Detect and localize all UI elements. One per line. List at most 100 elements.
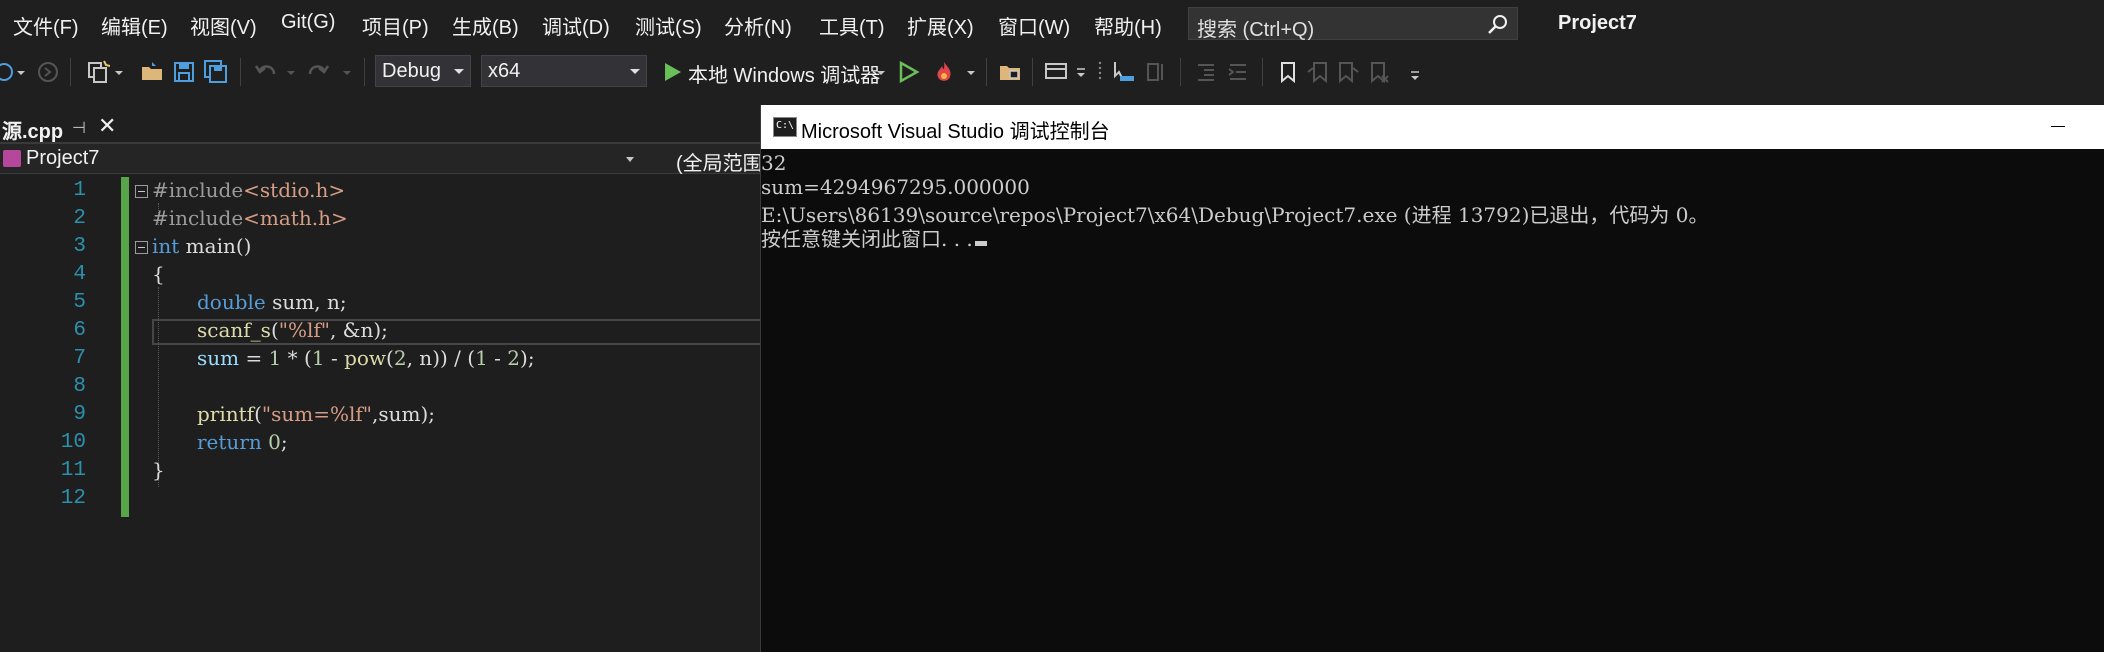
- step-cursor-icon[interactable]: [1112, 60, 1136, 84]
- line-number: 5: [73, 291, 86, 314]
- code-token: main(): [179, 234, 252, 258]
- platform-value: x64: [488, 60, 521, 82]
- line-number: 6: [73, 319, 86, 342]
- project-icon: [3, 150, 21, 167]
- toolbar-separator: [1262, 58, 1263, 86]
- indent-icon[interactable]: [1226, 60, 1250, 84]
- line-number: 1: [73, 179, 86, 202]
- toolbar-separator: [1180, 58, 1181, 86]
- line-number: 11: [60, 459, 86, 482]
- number-token: 0: [268, 430, 281, 454]
- menu-build[interactable]: 生成(B): [452, 11, 519, 40]
- code-token: , n)) / (: [406, 346, 476, 370]
- open-file-icon[interactable]: [140, 60, 164, 84]
- bookmark-icon[interactable]: [1276, 60, 1300, 84]
- code-line: {: [152, 262, 165, 286]
- minimize-icon[interactable]: [2051, 126, 2065, 127]
- code-editor[interactable]: 1 2 3 4 5 6 7 8 9 10 11 12 #include<stdi…: [0, 175, 760, 652]
- undo-dropdown-icon[interactable]: [284, 60, 298, 84]
- line-number: 4: [73, 263, 86, 286]
- collapse-icon[interactable]: [135, 241, 148, 254]
- next-bookmark-icon[interactable]: [1336, 60, 1360, 84]
- layout-icon[interactable]: [1044, 60, 1068, 84]
- navigation-bar: Project7 (全局范围): [0, 144, 769, 175]
- solution-title: Project7: [1558, 12, 1637, 34]
- text-cursor: [974, 241, 987, 246]
- keyword-token: double: [197, 290, 266, 314]
- number-token: 1: [311, 346, 325, 370]
- keyword-token: int: [152, 234, 180, 258]
- previous-bookmark-icon[interactable]: [1306, 60, 1330, 84]
- redo-dropdown-icon[interactable]: [340, 60, 354, 84]
- variable-token: sum: [197, 346, 240, 370]
- toolbar-overflow-icon[interactable]: [1408, 60, 1422, 84]
- format-icon[interactable]: [1144, 60, 1168, 84]
- close-icon[interactable]: ✕: [98, 113, 116, 139]
- navigate-forward-icon[interactable]: [36, 60, 60, 84]
- toolbar-grip-icon[interactable]: [1094, 60, 1106, 84]
- number-token: 2: [393, 346, 407, 370]
- line-number: 2: [73, 207, 86, 230]
- toolbar-separator: [986, 58, 987, 86]
- code-token: (: [386, 346, 394, 370]
- preprocessor-token: #include: [152, 206, 244, 230]
- debug-console-window[interactable]: C:\ Microsoft Visual Studio 调试控制台 32 sum…: [760, 105, 2104, 652]
- menu-extensions[interactable]: 扩展(X): [907, 11, 974, 40]
- code-line: int main(): [152, 234, 251, 258]
- string-token: "sum=%lf": [261, 402, 372, 426]
- menu-test[interactable]: 测试(S): [635, 11, 702, 40]
- toolbar-separator: [70, 58, 71, 86]
- menu-git[interactable]: Git(G): [281, 11, 335, 34]
- include-path-token: <math.h>: [243, 206, 348, 230]
- tab-label: 源.cpp: [2, 121, 64, 143]
- collapse-icon[interactable]: [135, 185, 148, 198]
- toolbar: Debug x64: [0, 50, 2104, 94]
- hot-reload-icon[interactable]: [932, 60, 956, 84]
- number-token: 1: [268, 346, 282, 370]
- include-path-token: <stdio.h>: [243, 178, 346, 202]
- menu-view[interactable]: 视图(V): [190, 11, 257, 40]
- search-input[interactable]: 搜索 (Ctrl+Q): [1188, 7, 1518, 41]
- folder-browse-icon[interactable]: [998, 60, 1022, 84]
- console-title-bar[interactable]: C:\ Microsoft Visual Studio 调试控制台: [761, 105, 2104, 149]
- back-dropdown-icon[interactable]: [14, 60, 28, 84]
- start-debugger-button[interactable]: 本地 Windows 调试器: [688, 59, 880, 88]
- code-line: return 0;: [197, 430, 288, 454]
- undo-icon[interactable]: [254, 60, 278, 84]
- function-token: pow: [344, 346, 387, 370]
- new-dropdown-icon[interactable]: [112, 60, 126, 84]
- start-debugging-icon[interactable]: [660, 60, 684, 84]
- outdent-icon[interactable]: [1194, 60, 1218, 84]
- tab-source-cpp[interactable]: 源.cpp ⊣ ✕: [0, 112, 128, 143]
- project-dropdown[interactable]: Project7: [26, 147, 99, 170]
- hot-reload-dropdown-icon[interactable]: [964, 60, 978, 84]
- menu-project[interactable]: 项目(P): [362, 11, 429, 40]
- code-token: -: [487, 346, 508, 370]
- start-without-debugging-icon[interactable]: [896, 60, 920, 84]
- solution-platform-select[interactable]: x64: [481, 55, 647, 87]
- menu-window[interactable]: 窗口(W): [998, 11, 1070, 40]
- code-line: sum = 1 * (1 - pow(2, n)) / (1 - 2);: [197, 346, 535, 370]
- clear-bookmarks-icon[interactable]: [1366, 60, 1390, 84]
- menu-tools[interactable]: 工具(T): [819, 11, 885, 40]
- new-project-icon[interactable]: [86, 60, 110, 84]
- layout-dropdown-icon[interactable]: [1074, 60, 1088, 84]
- function-token: printf: [197, 402, 255, 426]
- chevron-down-icon[interactable]: [626, 157, 634, 162]
- menu-edit[interactable]: 编辑(E): [101, 11, 168, 40]
- menu-help[interactable]: 帮助(H): [1094, 11, 1162, 40]
- menu-file[interactable]: 文件(F): [13, 11, 79, 40]
- code-token: (: [254, 402, 262, 426]
- save-all-icon[interactable]: [204, 60, 228, 84]
- menu-debug[interactable]: 调试(D): [542, 11, 610, 40]
- solution-configuration-select[interactable]: Debug: [375, 55, 471, 87]
- save-icon[interactable]: [172, 60, 196, 84]
- redo-icon[interactable]: [306, 60, 330, 84]
- configuration-value: Debug: [382, 60, 441, 82]
- code-token: ;: [280, 430, 288, 454]
- pin-icon[interactable]: ⊣: [72, 118, 86, 138]
- function-token: scanf_s: [197, 318, 271, 342]
- chevron-down-icon: [454, 69, 464, 74]
- scope-dropdown[interactable]: (全局范围): [676, 147, 769, 176]
- menu-analyze[interactable]: 分析(N): [724, 11, 792, 40]
